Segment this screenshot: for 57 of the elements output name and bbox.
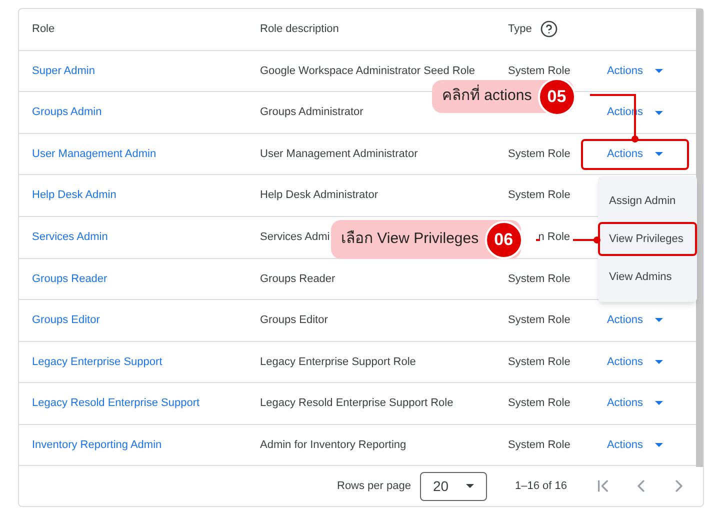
actions-button[interactable]: Actions bbox=[581, 346, 689, 378]
callout-text: เลือก View Privileges bbox=[341, 229, 479, 250]
table-cell: Legacy Enterprise Support Role bbox=[260, 356, 416, 368]
role-link[interactable]: Super Admin bbox=[32, 64, 95, 77]
caret-icon bbox=[655, 110, 664, 115]
table-cell: Services Admi bbox=[260, 230, 330, 243]
role-link[interactable]: Legacy Resold Enterprise Support bbox=[32, 397, 200, 410]
actions-button[interactable]: Actions bbox=[581, 138, 689, 170]
table-cell: Groups Reader bbox=[260, 272, 336, 285]
menu-item[interactable]: View Privileges bbox=[598, 222, 697, 256]
table-cell: Google Workspace Administrator Seed Role bbox=[260, 64, 476, 77]
table-cell: System Role bbox=[508, 189, 570, 202]
table-cell: System Role bbox=[508, 356, 570, 368]
callout-text: คลิกที่ actions bbox=[442, 85, 532, 108]
menu-item[interactable]: Assign Admin bbox=[598, 184, 697, 218]
role-link[interactable]: User Management Admin bbox=[32, 148, 156, 160]
table-cell: Legacy Resold Enterprise Support Role bbox=[260, 397, 454, 410]
table-cell: Admin for Inventory Reporting bbox=[260, 438, 406, 451]
actions-button[interactable]: Actions bbox=[581, 388, 689, 419]
table-cell: System Role bbox=[508, 272, 570, 285]
actions-button[interactable]: Actions bbox=[581, 304, 689, 336]
table-cell: System Role bbox=[508, 314, 570, 326]
actions-button[interactable]: Actions bbox=[581, 56, 689, 87]
page-range: 1–16 of 16 bbox=[515, 478, 567, 494]
table-cell: Groups Editor bbox=[260, 314, 328, 326]
table-cell: System Role bbox=[508, 148, 570, 160]
table-cell: Help Desk Administrator bbox=[260, 189, 378, 202]
table-cell: User Management Administrator bbox=[260, 148, 418, 160]
table-cell: System Role bbox=[508, 64, 570, 77]
table-cell: System Role bbox=[508, 438, 570, 451]
caret-icon bbox=[466, 484, 474, 488]
role-link[interactable]: Legacy Enterprise Support bbox=[32, 356, 162, 368]
table-cell: Groups Administrator bbox=[260, 106, 364, 118]
scrollbar[interactable] bbox=[696, 9, 703, 467]
caret-icon bbox=[655, 442, 664, 447]
table-cell: System Role bbox=[508, 397, 570, 410]
caret-icon bbox=[655, 318, 664, 322]
rows-per-page-label: Rows per page bbox=[337, 478, 411, 494]
caret-icon bbox=[655, 360, 664, 364]
role-link[interactable]: Services Admin bbox=[32, 230, 108, 243]
column-header: Role description bbox=[260, 22, 339, 38]
role-link[interactable]: Help Desk Admin bbox=[32, 189, 116, 202]
caret-icon bbox=[655, 401, 664, 406]
column-header: Role bbox=[32, 22, 55, 38]
role-link[interactable]: Groups Editor bbox=[32, 314, 100, 326]
role-link[interactable]: Inventory Reporting Admin bbox=[32, 438, 162, 451]
role-link[interactable]: Groups Reader bbox=[32, 272, 108, 285]
step-number: 05 bbox=[538, 78, 576, 116]
menu-item[interactable]: View Admins bbox=[598, 260, 697, 294]
caret-icon bbox=[655, 69, 664, 74]
caret-icon bbox=[655, 152, 664, 156]
column-header: Type bbox=[508, 22, 532, 38]
actions-button[interactable]: Actions bbox=[581, 429, 689, 460]
step-number: 06 bbox=[484, 220, 523, 258]
role-link[interactable]: Groups Admin bbox=[32, 106, 102, 118]
help-icon[interactable] bbox=[540, 20, 558, 38]
rows-per-page-select[interactable]: 20 bbox=[420, 472, 487, 501]
